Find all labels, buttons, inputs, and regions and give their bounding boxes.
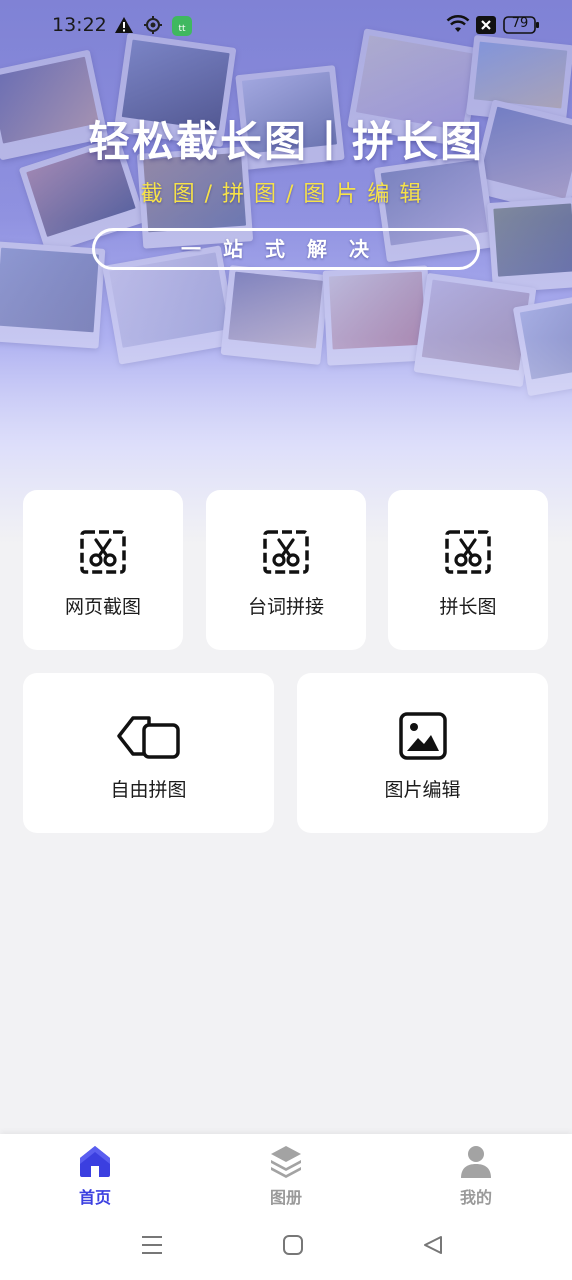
feature-card-long-stitch[interactable]: 拼长图 [388, 490, 548, 650]
scissors-frame-icon [79, 528, 127, 580]
image-icon [398, 711, 448, 765]
user-icon [459, 1144, 493, 1182]
location-icon [143, 15, 163, 39]
wifi-icon [446, 14, 470, 38]
svg-text:tt: tt [178, 24, 186, 34]
scissors-frame-icon [444, 528, 492, 580]
hero-tagline-pill: 一站式解决 [92, 228, 480, 270]
status-bar: 13:22 tt 79 [0, 0, 572, 50]
back-triangle-icon[interactable] [422, 1234, 444, 1260]
nav-tab-album[interactable]: 图册 [226, 1140, 346, 1207]
feature-label: 网页截图 [64, 596, 141, 618]
feature-label: 拼长图 [439, 596, 497, 618]
nav-label-mine: 我的 [459, 1188, 492, 1207]
home-icon [78, 1144, 112, 1182]
hero-gradient-overlay [0, 0, 572, 545]
menu-icon[interactable] [140, 1234, 164, 1260]
nav-label-home: 首页 [78, 1188, 111, 1207]
system-navigation-bar [0, 1210, 572, 1280]
puzzle-shapes-icon [116, 711, 182, 765]
feature-card-free-collage[interactable]: 自由拼图 [23, 673, 274, 833]
nav-label-album: 图册 [269, 1188, 302, 1207]
layers-icon [269, 1144, 303, 1182]
status-time: 13:22 [52, 14, 107, 36]
hero-banner [0, 0, 572, 545]
nav-tab-mine[interactable]: 我的 [416, 1140, 536, 1207]
nav-tab-home[interactable]: 首页 [35, 1140, 155, 1207]
app-notification-icon: tt [172, 14, 192, 40]
feature-card-subtitle-stitch[interactable]: 台词拼接 [206, 490, 366, 650]
feature-label: 台词拼接 [247, 596, 324, 618]
feature-label: 图片编辑 [384, 779, 461, 801]
battery-level: 79 [511, 16, 529, 31]
hero-title: 轻松截长图丨拼长图 [87, 117, 484, 166]
hero-subtitle: 截图/拼图/图片编辑 [140, 182, 432, 207]
bottom-navigation: 首页 图册 我的 [0, 1134, 572, 1210]
home-square-icon[interactable] [282, 1234, 304, 1260]
warning-icon [114, 16, 134, 38]
feature-card-webpage-screenshot[interactable]: 网页截图 [23, 490, 183, 650]
sim-off-icon [476, 15, 496, 39]
battery-icon: 79 [503, 15, 541, 39]
feature-label: 自由拼图 [110, 779, 187, 801]
scissors-frame-icon [262, 528, 310, 580]
feature-card-image-edit[interactable]: 图片编辑 [297, 673, 548, 833]
